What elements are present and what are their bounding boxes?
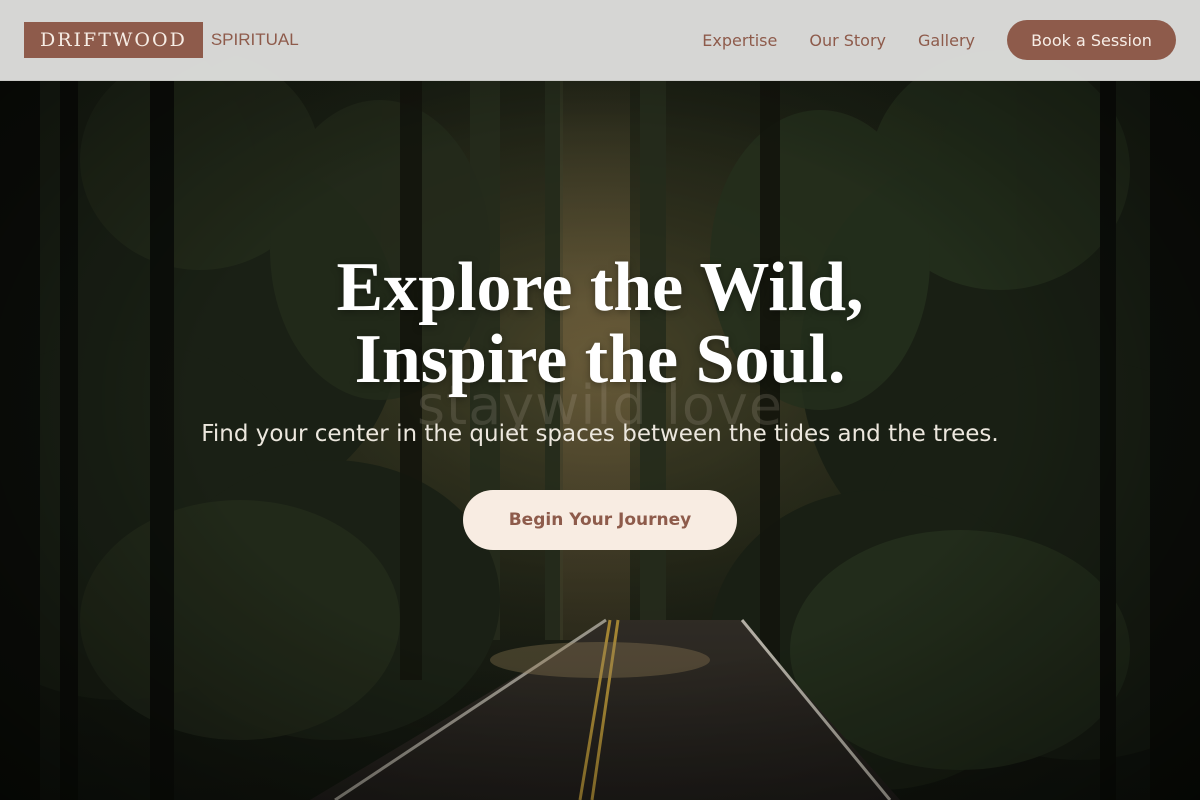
main-nav: Expertise Our Story Gallery bbox=[702, 0, 975, 80]
hero-headline: Explore the Wild, Inspire the Soul. bbox=[0, 252, 1200, 396]
nav-link-gallery[interactable]: Gallery bbox=[918, 31, 975, 50]
logo-wordmark: DRIFTWOOD bbox=[24, 22, 203, 58]
begin-journey-button[interactable]: Begin Your Journey bbox=[463, 490, 737, 550]
brand-logo[interactable]: DRIFTWOOD SPIRITUAL bbox=[24, 22, 299, 58]
site-header: DRIFTWOOD SPIRITUAL Expertise Our Story … bbox=[0, 0, 1200, 81]
book-session-button[interactable]: Book a Session bbox=[1007, 20, 1176, 60]
logo-subtitle: SPIRITUAL bbox=[210, 30, 299, 49]
hero-headline-line-1: Explore the Wild, bbox=[336, 249, 864, 326]
hero-headline-line-2: Inspire the Soul. bbox=[354, 321, 846, 398]
hero-subheading: Find your center in the quiet spaces bet… bbox=[201, 421, 999, 447]
nav-link-our-story[interactable]: Our Story bbox=[809, 31, 886, 50]
nav-link-expertise[interactable]: Expertise bbox=[702, 31, 777, 50]
